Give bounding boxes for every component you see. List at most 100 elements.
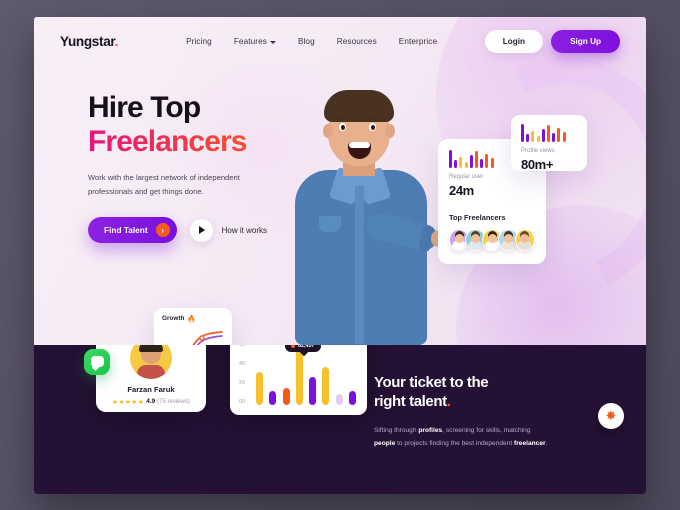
mini-bar-chart-icon — [521, 123, 577, 142]
mini-bar — [557, 127, 561, 142]
mini-bar — [531, 130, 535, 142]
nav-label: Enterprice — [398, 37, 438, 46]
login-button[interactable]: Login — [484, 30, 544, 53]
regular-user-label: Regular user — [449, 173, 484, 180]
logo-dot: . — [114, 34, 119, 49]
hero-copy: Hire Top Freelancers Work with the large… — [34, 67, 294, 244]
mini-bar — [480, 158, 484, 168]
hero-title-line2: Freelancers — [88, 125, 294, 159]
y-tick-label: 40 — [239, 360, 245, 367]
fire-icon: 🔥 — [187, 315, 197, 323]
play-button[interactable] — [189, 218, 213, 242]
dark-section-copy: Your ticket to the right talent. Sifting… — [374, 373, 574, 450]
how-it-works-label: How it works — [221, 225, 267, 235]
body-text: to projects finding the best independent — [395, 439, 515, 447]
mini-bar — [469, 154, 473, 168]
growth-card: Growth 🔥 — [154, 307, 232, 345]
rating-row: ★★★★★ 4.9 (75 reviews) — [104, 398, 198, 406]
growth-label: Growth — [162, 315, 185, 322]
find-talent-button[interactable]: Find Talent › — [88, 217, 177, 244]
dark-section-title: Your ticket to the right talent. — [374, 373, 574, 412]
sparkle-fab-button[interactable]: ✸ — [598, 402, 624, 429]
chart-bar — [309, 376, 317, 405]
dark-section: Your ticket to the right talent. Sifting… — [34, 344, 646, 494]
rating-value: 4.9 — [146, 398, 156, 405]
nav-actions: Login Sign Up — [484, 30, 620, 53]
nav-item-pricing[interactable]: Pricing — [186, 37, 212, 46]
top-freelancers-avatars — [449, 228, 536, 251]
mini-bar — [454, 159, 458, 168]
nav-item-resources[interactable]: Resources — [337, 37, 377, 46]
emphasis-text: profiles — [418, 426, 443, 434]
dark-section-body: Sifting through profiles, screening for … — [374, 424, 549, 450]
logo-text: Yungstar — [60, 34, 115, 49]
mini-bar — [485, 153, 489, 168]
nav-item-enterprice[interactable]: Enterprice — [399, 37, 437, 46]
freelancer-name: Farzan Faruk — [127, 384, 175, 394]
nav-label: Pricing — [186, 37, 212, 46]
mini-bar — [449, 149, 452, 168]
nav-label: Resources — [336, 37, 377, 46]
hero-cta-group: Find Talent › How it works — [88, 217, 294, 244]
chart-y-axis: 60 40 20 00 — [239, 345, 252, 414]
freelancer-profile-card: Active Farzan Faruk ★★★★★ 4.9 (75 review… — [84, 344, 206, 412]
body-text: , screening for skills, matching — [442, 426, 531, 434]
hero-section: Yungstar. Pricing Features Blog Resource… — [34, 16, 646, 345]
signup-button[interactable]: Sign Up — [551, 30, 620, 53]
tooltip-dot-icon — [291, 344, 295, 348]
tooltip-value: 52,457 — [298, 344, 315, 349]
avatar — [130, 344, 172, 379]
chart-bar — [335, 393, 343, 405]
chart-bar — [256, 371, 263, 405]
dark-title-period: . — [446, 393, 451, 410]
nav-links: Pricing Features Blog Resources Enterpri… — [186, 37, 437, 46]
chevron-down-icon — [269, 40, 276, 44]
how-it-works-group[interactable]: How it works — [189, 218, 267, 242]
mini-bar — [536, 135, 540, 142]
y-tick-label: 60 — [239, 344, 245, 348]
play-icon — [199, 226, 206, 235]
regular-user-value: 24m — [449, 182, 474, 198]
chart-tooltip: 52,457 — [285, 344, 321, 352]
nav-item-blog[interactable]: Blog — [298, 37, 315, 46]
chat-icon[interactable] — [84, 348, 110, 375]
avatar[interactable] — [514, 228, 536, 251]
chart-bar — [348, 390, 356, 405]
body-text: Sifting through — [374, 426, 419, 434]
chart-bar — [322, 366, 330, 405]
chart-bar — [282, 387, 290, 405]
nav-label: Blog — [297, 37, 315, 46]
chart-plot-area: 60 40 20 00 52,457 — [239, 344, 358, 414]
growth-card-title: Growth 🔥 — [162, 315, 224, 323]
y-tick-label: 20 — [239, 379, 245, 386]
reviews-count: (75 reviews) — [157, 398, 190, 405]
mini-bar — [464, 161, 468, 168]
find-talent-label: Find Talent — [104, 225, 148, 236]
y-tick-label: 00 — [239, 398, 245, 405]
hero-title-line1: Hire Top — [88, 90, 201, 124]
mini-bar — [546, 124, 550, 142]
mini-bar — [474, 150, 478, 168]
dark-title-line1: Your ticket to the — [374, 373, 489, 391]
growth-line-chart — [192, 330, 223, 345]
nav-item-features[interactable]: Features — [234, 37, 276, 46]
mini-bar — [526, 133, 530, 142]
sparkle-icon: ✸ — [605, 408, 617, 423]
hero-subtitle: Work with the largest network of indepen… — [88, 173, 240, 197]
browser-page: Yungstar. Pricing Features Blog Resource… — [34, 16, 646, 494]
clients-visits-chart-card: Clients visits October 2020 60402000 52,… — [230, 344, 367, 415]
body-text: . — [545, 439, 548, 447]
arrow-right-icon: › — [155, 223, 170, 238]
chart-bar — [295, 347, 303, 405]
mini-bar — [552, 132, 556, 142]
hero-person-image — [281, 89, 462, 345]
dark-title-line2: right talent — [374, 393, 447, 410]
top-freelancers-title: Top Freelancers — [449, 212, 506, 222]
profile-views-label: Profile views — [521, 147, 555, 154]
mini-bar — [459, 156, 463, 168]
emphasis-text: people — [374, 439, 396, 447]
emphasis-text: freelancer — [514, 439, 546, 447]
mini-bar — [541, 128, 545, 142]
mini-bar — [521, 123, 524, 142]
logo[interactable]: Yungstar. — [60, 34, 118, 49]
